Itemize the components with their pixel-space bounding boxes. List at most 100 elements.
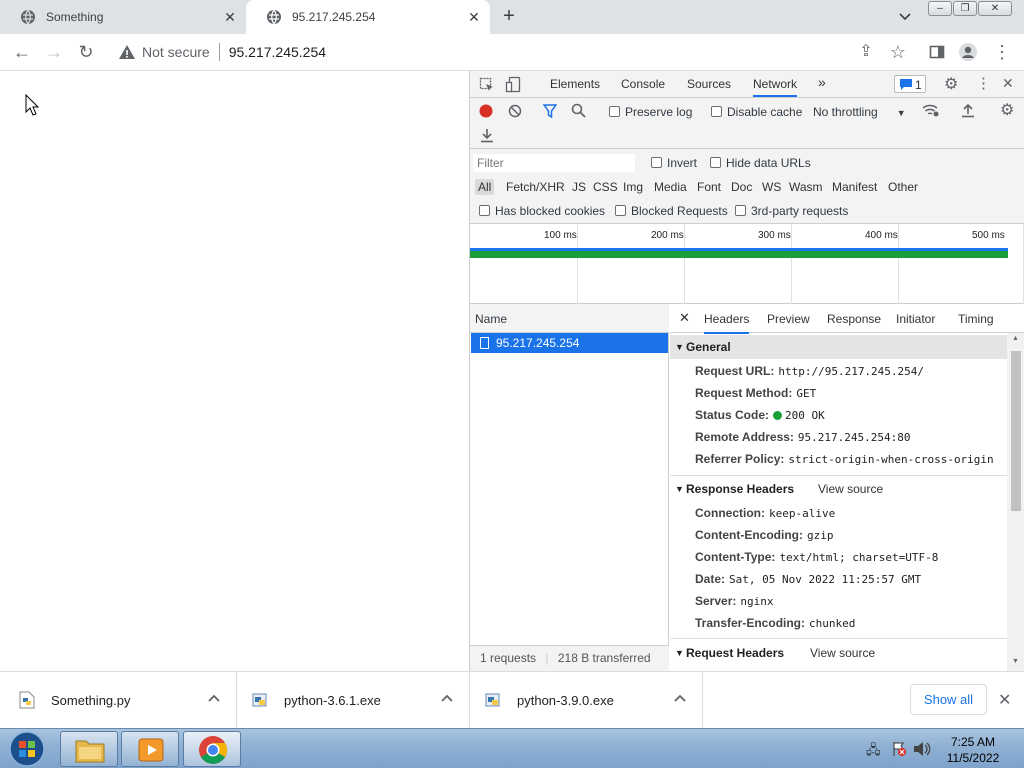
filter-type-font[interactable]: Font xyxy=(697,180,721,194)
search-icon[interactable] xyxy=(571,103,586,118)
network-tray-icon[interactable]: 🖧 xyxy=(866,741,881,763)
taskbar-media-player[interactable] xyxy=(121,731,179,767)
side-panel-icon[interactable] xyxy=(927,42,947,62)
filter-input[interactable]: Filter xyxy=(473,154,635,172)
action-center-flag-icon[interactable] xyxy=(891,741,907,757)
blocked-cookies-checkbox[interactable]: Has blocked cookies xyxy=(479,204,605,218)
invert-checkbox[interactable]: Invert xyxy=(651,156,697,170)
close-tab-icon[interactable]: ✕ xyxy=(222,9,238,25)
filter-type-all[interactable]: All xyxy=(475,179,495,195)
minimize-button[interactable]: ‒ xyxy=(928,1,952,16)
share-icon[interactable]: ⇪ xyxy=(856,42,876,62)
tab-headers[interactable]: Headers xyxy=(704,312,750,334)
restore-button[interactable]: ❐ xyxy=(953,1,977,16)
response-headers-section[interactable]: ▼ Response Headers View source xyxy=(670,477,1007,501)
filter-type-js[interactable]: JS xyxy=(572,180,586,194)
blocked-requests-checkbox[interactable]: Blocked Requests xyxy=(615,204,728,218)
network-settings-gear-icon[interactable]: ⚙ xyxy=(1000,100,1014,120)
download-item[interactable]: Something.py xyxy=(3,672,237,729)
new-tab-icon[interactable]: + xyxy=(499,6,519,26)
request-timing-bar xyxy=(470,248,1008,258)
chevron-up-icon[interactable] xyxy=(207,692,221,706)
download-item[interactable]: python-3.9.0.exe xyxy=(469,672,703,729)
filter-type-fetch[interactable]: Fetch/XHR xyxy=(506,180,565,194)
tab-timing[interactable]: Timing xyxy=(958,312,994,326)
tab-response[interactable]: Response xyxy=(827,312,881,326)
devtools-menu-icon[interactable]: ⋮ xyxy=(976,74,991,92)
forward-icon[interactable]: → xyxy=(44,42,64,62)
bookmark-star-icon[interactable]: ☆ xyxy=(888,42,908,62)
close-tab-icon[interactable]: ✕ xyxy=(466,9,482,25)
filter-type-img[interactable]: Img xyxy=(623,180,643,194)
security-label[interactable]: Not secure xyxy=(142,44,210,60)
hide-data-urls-checkbox[interactable]: Hide data URLs xyxy=(710,156,811,170)
filter-type-css[interactable]: CSS xyxy=(593,180,618,194)
clear-icon[interactable] xyxy=(508,104,522,118)
request-row[interactable]: 95.217.245.254 xyxy=(471,333,668,353)
show-all-button[interactable]: Show all xyxy=(910,684,987,715)
more-tabs-icon[interactable]: » xyxy=(818,74,826,90)
preserve-log-checkbox[interactable]: Preserve log xyxy=(609,105,692,119)
filter-type-manifest[interactable]: Manifest xyxy=(832,180,877,194)
filter-type-other[interactable]: Other xyxy=(888,180,918,194)
tab-preview[interactable]: Preview xyxy=(767,312,810,326)
reload-icon[interactable]: ↻ xyxy=(76,42,96,62)
close-detail-icon[interactable]: ✕ xyxy=(679,310,690,326)
scrollbar[interactable]: ▲ ▼ xyxy=(1007,333,1024,671)
tab-sources[interactable]: Sources xyxy=(687,77,731,91)
filter-type-ws[interactable]: WS xyxy=(762,180,781,194)
third-party-checkbox[interactable]: 3rd-party requests xyxy=(735,204,848,218)
chevron-up-icon[interactable] xyxy=(673,692,687,706)
menu-kebab-icon[interactable]: ⋮ xyxy=(992,42,1012,62)
tab-network[interactable]: Network xyxy=(753,77,798,97)
start-button-icon[interactable] xyxy=(8,730,46,768)
download-filename: python-3.9.0.exe xyxy=(517,693,614,708)
view-source-link[interactable]: View source xyxy=(818,477,883,501)
issues-badge[interactable]: 1 xyxy=(894,75,926,93)
header-row: Referrer Policy: strict-origin-when-cross… xyxy=(695,452,994,466)
back-icon[interactable]: ← xyxy=(12,42,32,62)
scrollbar-thumb[interactable] xyxy=(1011,351,1021,511)
system-clock[interactable]: 7:25 AM 11/5/2022 xyxy=(936,734,1010,766)
close-download-bar-icon[interactable]: ✕ xyxy=(998,690,1011,710)
volume-icon[interactable] xyxy=(913,741,931,757)
tab-console[interactable]: Console xyxy=(621,77,665,91)
tab-title: 95.217.245.254 xyxy=(292,10,376,24)
close-devtools-icon[interactable]: ✕ xyxy=(1002,75,1014,92)
scroll-up-icon[interactable]: ▲ xyxy=(1012,335,1019,342)
tab-strip: Something ✕ 95.217.245.254 ✕ + ‒ ❐ ✕ xyxy=(0,0,1024,34)
address-bar[interactable]: Not secure 95.217.245.254 xyxy=(108,38,908,66)
record-icon[interactable] xyxy=(479,104,493,118)
profile-avatar[interactable] xyxy=(958,42,978,62)
device-toolbar-icon[interactable] xyxy=(505,76,521,93)
view-source-link[interactable]: View source xyxy=(810,641,875,665)
browser-toolbar: ← → ↻ Not secure 95.217.245.254 ⇪ ☆ ⋮ xyxy=(0,34,1024,71)
download-item[interactable]: python-3.6.1.exe xyxy=(236,672,470,729)
network-conditions-icon[interactable] xyxy=(922,103,940,119)
throttling-select[interactable]: No throttling ▼ xyxy=(813,105,906,119)
chevron-down-icon[interactable] xyxy=(897,8,913,24)
tab-initiator[interactable]: Initiator xyxy=(896,312,935,326)
filter-type-media[interactable]: Media xyxy=(654,180,687,194)
settings-gear-icon[interactable]: ⚙ xyxy=(944,74,958,94)
filter-type-wasm[interactable]: Wasm xyxy=(789,180,823,194)
timeline-overview[interactable]: 100 ms 200 ms 300 ms 400 ms 500 ms xyxy=(470,224,1024,304)
taskbar-chrome[interactable] xyxy=(183,731,241,767)
export-har-icon[interactable] xyxy=(480,128,494,143)
request-headers-section[interactable]: ▼ Request Headers View source xyxy=(670,641,1007,665)
close-window-button[interactable]: ✕ xyxy=(978,1,1012,16)
name-column-header[interactable]: Name xyxy=(470,304,669,333)
disable-cache-checkbox[interactable]: Disable cache xyxy=(711,105,802,119)
scroll-down-icon[interactable]: ▼ xyxy=(1012,658,1019,665)
tab-something[interactable]: Something ✕ xyxy=(0,0,246,34)
taskbar-explorer[interactable] xyxy=(60,731,118,767)
chevron-up-icon[interactable] xyxy=(440,692,454,706)
filter-type-doc[interactable]: Doc xyxy=(731,180,752,194)
general-section[interactable]: ▼ General xyxy=(670,335,1007,359)
filter-icon[interactable] xyxy=(543,104,557,118)
inspect-element-icon[interactable] xyxy=(479,77,495,93)
import-har-icon[interactable] xyxy=(961,103,975,118)
tab-elements[interactable]: Elements xyxy=(550,77,600,91)
tab-active[interactable]: 95.217.245.254 ✕ xyxy=(246,0,490,34)
url-text[interactable]: 95.217.245.254 xyxy=(229,44,326,60)
